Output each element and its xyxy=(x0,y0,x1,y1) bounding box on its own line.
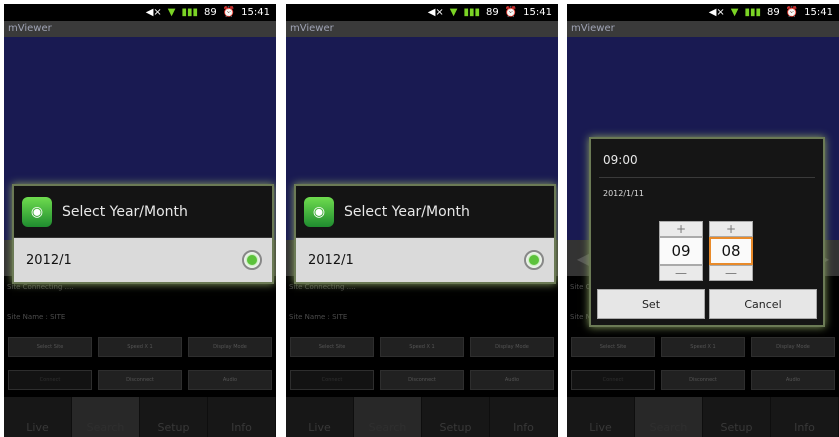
alarm-icon: ⏰ xyxy=(222,7,236,18)
option-label: 2012/1 xyxy=(308,252,354,268)
wifi-icon: ▼ xyxy=(449,7,458,18)
hour-increment-button[interactable]: + xyxy=(659,221,703,237)
divider xyxy=(599,177,815,178)
app-title: mViewer xyxy=(286,21,558,37)
mute-icon: ◀× xyxy=(708,7,725,18)
hour-spinner: + 09 — xyxy=(659,221,703,285)
radio-button[interactable] xyxy=(242,250,262,270)
clock: 15:41 xyxy=(523,7,552,18)
minute-increment-button[interactable]: + xyxy=(709,221,753,237)
alarm-icon: ⏰ xyxy=(785,7,799,18)
app-title: mViewer xyxy=(567,21,839,37)
hour-decrement-button[interactable]: — xyxy=(659,265,703,281)
mute-icon: ◀× xyxy=(145,7,162,18)
minute-spinner: + 08 — xyxy=(709,221,753,285)
signal-icon: ▮▮▮ xyxy=(463,7,480,18)
battery-level: 89 xyxy=(203,7,217,18)
signal-icon: ▮▮▮ xyxy=(744,7,761,18)
app-title: mViewer xyxy=(4,21,276,37)
phone-screen-3: ◀× ▼ ▮▮▮ 89 ⏰ 15:41 mViewer ◀◀ ◀▮ ■ ▶ ▶ … xyxy=(567,4,839,437)
option-row[interactable]: 2012/1 xyxy=(14,238,272,282)
set-button[interactable]: Set xyxy=(597,289,705,319)
option-row[interactable]: 2012/1 xyxy=(296,238,554,282)
date-header: 2012/1/11 xyxy=(603,189,645,198)
radio-selected-icon xyxy=(247,255,257,265)
clock: 15:41 xyxy=(804,7,833,18)
phone-screen-1: ◀× ▼ ▮▮▮ 89 ⏰ 15:41 mViewer ◀◀ ◀▮ ■ ▶ ▶ … xyxy=(4,4,276,437)
radio-selected-icon xyxy=(529,255,539,265)
dialog-title: Select Year/Month xyxy=(344,203,470,220)
status-bar: ◀× ▼ ▮▮▮ 89 ⏰ 15:41 xyxy=(567,4,839,21)
time-header: 09:00 xyxy=(603,153,638,167)
status-bar: ◀× ▼ ▮▮▮ 89 ⏰ 15:41 xyxy=(286,4,558,21)
wifi-icon: ▼ xyxy=(167,7,176,18)
battery-level: 89 xyxy=(766,7,780,18)
cancel-button[interactable]: Cancel xyxy=(709,289,817,319)
minute-decrement-button[interactable]: — xyxy=(709,265,753,281)
minute-field[interactable]: 08 xyxy=(709,237,753,265)
hour-field[interactable]: 09 xyxy=(659,237,703,265)
year-month-dialog: ◉ Select Year/Month 2012/1 xyxy=(294,184,556,284)
status-bar: ◀× ▼ ▮▮▮ 89 ⏰ 15:41 xyxy=(4,4,276,21)
app-icon: ◉ xyxy=(304,196,334,227)
option-label: 2012/1 xyxy=(26,252,72,268)
year-month-dialog: ◉ Select Year/Month 2012/1 xyxy=(12,184,274,284)
battery-level: 89 xyxy=(485,7,499,18)
clock: 15:41 xyxy=(241,7,270,18)
wifi-icon: ▼ xyxy=(730,7,739,18)
mute-icon: ◀× xyxy=(427,7,444,18)
phone-screen-2: ◀× ▼ ▮▮▮ 89 ⏰ 15:41 mViewer ◀◀ ◀▮ ■ ▶ ▶ … xyxy=(286,4,558,437)
app-icon: ◉ xyxy=(22,196,52,227)
dialog-title: Select Year/Month xyxy=(62,203,188,220)
signal-icon: ▮▮▮ xyxy=(181,7,198,18)
time-picker-dialog: 09:00 2012/1/11 + 09 — + 08 — Set Cancel xyxy=(589,137,825,327)
alarm-icon: ⏰ xyxy=(504,7,518,18)
radio-button[interactable] xyxy=(524,250,544,270)
